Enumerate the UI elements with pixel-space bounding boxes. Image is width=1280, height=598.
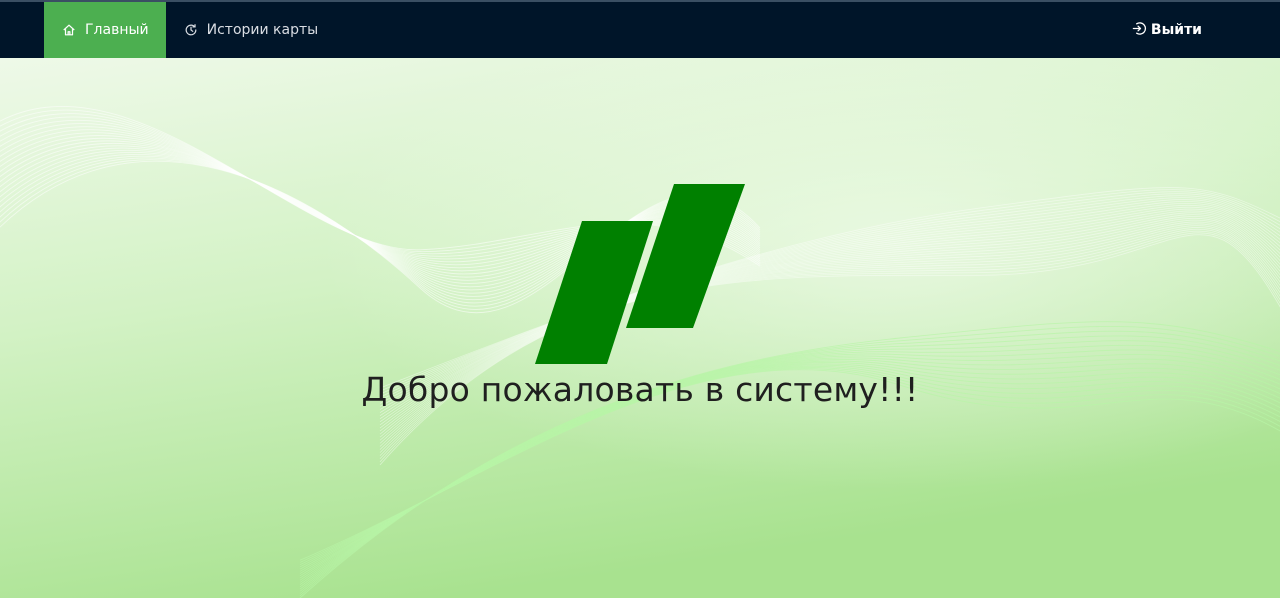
logout-icon [1132, 21, 1147, 40]
logout-label: Выйти [1150, 22, 1202, 38]
welcome-heading: Добро пожаловать в систему!!! [361, 370, 919, 409]
history-icon [183, 22, 199, 38]
nav-menu: Главный Истории карты [0, 2, 335, 58]
nav-item-home-label: Главный [85, 22, 149, 38]
nav-item-card-history-label: Истории карты [206, 22, 319, 38]
top-navbar: Главный Истории карты Выйти [0, 2, 1280, 58]
logout-button[interactable]: Выйти [1132, 21, 1202, 40]
nav-item-card-history[interactable]: Истории карты [166, 2, 336, 58]
logo-icon [535, 184, 745, 364]
nav-item-home[interactable]: Главный [44, 2, 166, 58]
home-icon [61, 22, 77, 38]
nav-right: Выйти [1132, 2, 1280, 58]
hero-section: Добро пожаловать в систему!!! [0, 58, 1280, 598]
